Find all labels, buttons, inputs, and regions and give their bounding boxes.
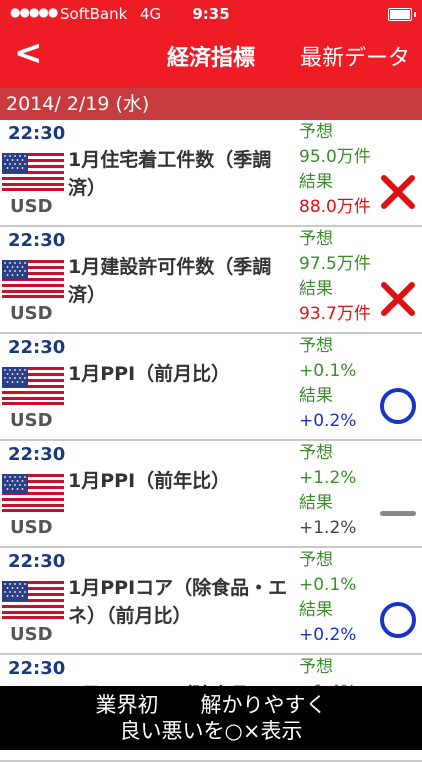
date-label: 2014/ 2/19 (水) (6, 93, 150, 115)
indicator-name: 1月住宅着工件数（季調済） (68, 149, 272, 199)
indicator-name: 1月PPI（前月比） (68, 363, 231, 385)
values-block: 予想 +0.1% 結果 +0.2% (299, 334, 379, 434)
result-label: 結果 (299, 493, 333, 513)
currency-code: USD (10, 303, 53, 324)
banner-line-2: 良い悪いを○×表示 (119, 719, 303, 743)
indicator-row[interactable]: 22:30 USD 1月PPI（前年比） 予想 +1.2% 結果 +1.2% (0, 441, 422, 548)
forecast-label: 予想 (299, 550, 333, 570)
result-value: 88.0万件 (299, 197, 371, 217)
top-bar: ●●●●● SoftBank 4G 9:35 < 経済指標 最新データ (0, 0, 422, 88)
indicator-row[interactable]: 22:30 USD 1月建設許可件数（季調済） 予想 97.5万件 結果 93. (0, 227, 422, 334)
circle-mark-icon (378, 386, 418, 426)
currency-code: USD (10, 196, 53, 217)
result-value: 93.7万件 (299, 304, 371, 324)
promo-banner: 業界初 解かりやすく 良い悪いを○×表示 (0, 686, 422, 750)
dash-mark-icon (378, 493, 418, 533)
release-time: 22:30 (8, 337, 66, 358)
values-block: 予想 +0.1% 結果 +0.2% (299, 548, 379, 648)
result-label: 結果 (299, 386, 333, 406)
forecast-label: 予想 (299, 657, 333, 677)
forecast-value: +0.1% (299, 361, 357, 381)
forecast-value: 95.0万件 (299, 147, 371, 167)
us-flag-icon (2, 474, 64, 512)
indicator-name: 1月建設許可件数（季調済） (68, 256, 272, 306)
status-time: 9:35 (192, 5, 230, 23)
us-flag-icon (2, 367, 64, 405)
forecast-value: +1.2% (299, 468, 357, 488)
us-flag-icon (2, 153, 64, 191)
navigation-bar: < 経済指標 最新データ (0, 28, 422, 88)
currency-code: USD (10, 517, 53, 538)
forecast-label: 予想 (299, 229, 333, 249)
values-block: 予想 97.5万件 結果 93.7万件 (299, 227, 379, 327)
indicator-row[interactable]: 22:30 USD 1月PPI（前月比） 予想 +0.1% 結果 +0.2% (0, 334, 422, 441)
currency-code: USD (10, 624, 53, 645)
circle-mark-icon (378, 600, 418, 640)
cross-mark-icon (378, 279, 418, 319)
result-label: 結果 (299, 279, 333, 299)
forecast-label: 予想 (299, 122, 333, 142)
latest-data-button[interactable]: 最新データ (300, 40, 410, 72)
us-flag-icon (2, 581, 64, 619)
cross-mark-icon (378, 172, 418, 212)
forecast-value: 97.5万件 (299, 254, 371, 274)
forecast-label: 予想 (299, 443, 333, 463)
release-time: 22:30 (8, 444, 66, 465)
values-block: 予想 +1.2% 結果 +1.2% (299, 441, 379, 541)
indicator-name: 1月PPI（前年比） (68, 470, 231, 492)
indicator-list[interactable]: 22:30 USD 1月住宅着工件数（季調済） 予想 95.0万件 結果 88. (0, 120, 422, 762)
result-value: +0.2% (299, 625, 357, 645)
result-value: +1.2% (299, 518, 357, 538)
forecast-value: +0.1% (299, 575, 357, 595)
values-block: 予想 95.0万件 結果 88.0万件 (299, 120, 379, 220)
indicator-row[interactable]: 22:30 USD 1月PPIコア（除食品・エネ）（前月比） 予想 +0.1% … (0, 548, 422, 655)
currency-code: USD (10, 410, 53, 431)
release-time: 22:30 (8, 230, 66, 251)
release-time: 22:30 (8, 551, 66, 572)
result-label: 結果 (299, 172, 333, 192)
us-flag-icon (2, 260, 64, 298)
release-time: 22:30 (8, 123, 66, 144)
banner-line-1: 業界初 解かりやすく (95, 693, 327, 717)
result-label: 結果 (299, 600, 333, 620)
status-bar: ●●●●● SoftBank 4G 9:35 (0, 0, 422, 28)
indicator-row[interactable]: 22:30 USD 1月住宅着工件数（季調済） 予想 95.0万件 結果 88. (0, 120, 422, 227)
indicator-name: 1月PPIコア（除食品・エネ）（前月比） (68, 577, 288, 627)
forecast-label: 予想 (299, 336, 333, 356)
release-time: 22:30 (8, 658, 66, 679)
battery-icon (388, 8, 416, 21)
result-value: +0.2% (299, 411, 357, 431)
date-section-header: 2014/ 2/19 (水) (0, 88, 422, 120)
